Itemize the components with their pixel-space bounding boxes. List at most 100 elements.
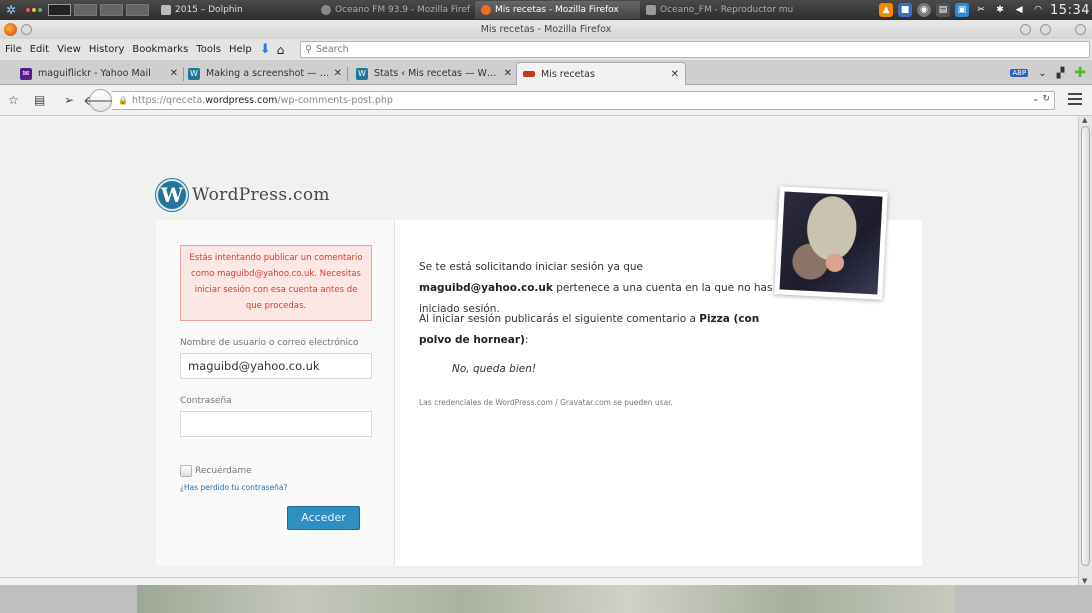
- tab-bar: ✉ maguiflickr - Yahoo Mail ✕ W Making a …: [0, 60, 1092, 85]
- desktop-4[interactable]: [126, 4, 149, 16]
- wordpress-wordmark: WordPress.com: [192, 185, 330, 205]
- password-field[interactable]: [180, 411, 372, 437]
- yahoo-mail-icon: ✉: [20, 67, 32, 80]
- desktop-pager[interactable]: [48, 4, 149, 16]
- url-bar[interactable]: 🔒 https://qreceta. wordpress.com/wp-comme…: [112, 91, 1055, 110]
- window-titlebar: Mis recetas - Mozilla Firefox: [0, 20, 1092, 39]
- kde-panel: ✲ 2015 – Dolphin Oceano FM 93.9 - Mozill…: [0, 0, 1092, 20]
- home-icon[interactable]: ⌂: [277, 43, 285, 57]
- tab-making-screenshot[interactable]: W Making a screenshot — … ✕: [182, 62, 348, 85]
- window-menu-icon[interactable]: [21, 24, 32, 35]
- bluetooth-icon[interactable]: ✱: [993, 3, 1007, 17]
- minimize-icon[interactable]: [1020, 24, 1031, 35]
- kde-menu-icon[interactable]: ✲: [2, 1, 20, 19]
- desktop-3[interactable]: [100, 4, 123, 16]
- wordpress-icon: W: [356, 67, 368, 80]
- menu-history[interactable]: History: [85, 44, 129, 55]
- username-field[interactable]: maguibd@yahoo.co.uk: [180, 353, 372, 379]
- password-label: Contraseña: [180, 396, 232, 406]
- tab-bar-actions: ABP ⌄ ▞ ✚: [1010, 65, 1086, 81]
- taskbar-item-oceano-firefox[interactable]: Oceano FM 93.9 - Mozilla Firef: [315, 1, 475, 19]
- tab-yahoo-mail[interactable]: ✉ maguiflickr - Yahoo Mail ✕: [14, 62, 184, 85]
- menu-edit[interactable]: Edit: [26, 44, 53, 55]
- tab-close-icon[interactable]: ✕: [504, 68, 512, 79]
- wifi-icon[interactable]: ◠: [1031, 3, 1045, 17]
- extension-icon[interactable]: ABP: [1010, 69, 1029, 77]
- menu-bookmarks[interactable]: Bookmarks: [128, 44, 192, 55]
- hamburger-menu-icon[interactable]: [1068, 93, 1082, 108]
- scroll-up-icon[interactable]: ▲: [1082, 116, 1087, 124]
- bookmark-star-icon[interactable]: ☆: [8, 93, 19, 107]
- printer-icon[interactable]: ▤: [936, 3, 951, 17]
- lock-icon: 🔒: [118, 96, 128, 105]
- scroll-down-icon[interactable]: ▼: [1082, 577, 1087, 585]
- menu-view[interactable]: View: [53, 44, 85, 55]
- display-icon[interactable]: ▣: [955, 3, 970, 17]
- desktop-2[interactable]: [74, 4, 97, 16]
- login-button[interactable]: Acceder: [287, 506, 360, 530]
- taskbar-item-mis-recetas[interactable]: Mis recetas - Mozilla Firefox: [475, 1, 640, 19]
- remember-me[interactable]: Recuérdame: [180, 465, 252, 477]
- clipboard-icon[interactable]: ✂: [974, 3, 988, 17]
- page-content: W WordPress.com Estás intentando publica…: [0, 116, 1078, 585]
- download-icon[interactable]: ⬇: [260, 42, 271, 57]
- tab-close-icon[interactable]: ✕: [170, 68, 178, 79]
- search-icon: ⚲: [305, 44, 312, 55]
- wallpaper: [137, 585, 955, 613]
- tab-close-icon[interactable]: ✕: [671, 69, 679, 80]
- firefox-icon: [321, 5, 331, 15]
- send-icon[interactable]: ➢: [64, 93, 74, 107]
- scrollbar-thumb[interactable]: [1081, 126, 1090, 566]
- desktop-1[interactable]: [48, 4, 71, 16]
- activity-dots[interactable]: [26, 8, 42, 12]
- player-icon: [646, 5, 656, 15]
- comment-quote: No, queda bien!: [452, 363, 537, 375]
- window-title: Mis recetas - Mozilla Firefox: [480, 24, 612, 35]
- notes-icon[interactable]: ■: [898, 3, 913, 17]
- error-message: Estás intentando publicar un comentario …: [180, 245, 372, 321]
- clock[interactable]: 15:34: [1050, 3, 1090, 18]
- tab-stats[interactable]: W Stats ‹ Mis recetas — W… ✕: [350, 62, 518, 85]
- tab-mis-recetas[interactable]: Mis recetas ✕: [516, 62, 686, 85]
- close-icon[interactable]: [1075, 24, 1086, 35]
- lost-password-link[interactable]: ¿Has perdido tu contraseña?: [180, 483, 287, 492]
- menu-bar: File Edit View History Bookmarks Tools H…: [0, 39, 1092, 60]
- reload-icon[interactable]: ↻: [1042, 94, 1050, 104]
- tab-close-icon[interactable]: ✕: [334, 68, 342, 79]
- firefox-icon[interactable]: [4, 23, 17, 36]
- wordpress-icon: W: [156, 179, 188, 211]
- taskbar-item-dolphin[interactable]: 2015 – Dolphin: [155, 1, 315, 19]
- search-input[interactable]: ⚲ Search: [300, 41, 1090, 58]
- mis-recetas-icon: [523, 71, 535, 77]
- dropdown-icon[interactable]: ⌄: [1032, 94, 1040, 104]
- nav-bar: ☆ ▤ ➢ 🡐 🔒 https://qreceta. wordpress.com /…: [0, 85, 1092, 116]
- desktop-background: [0, 585, 1092, 613]
- url-actions: ⌄ ↻: [1032, 94, 1050, 104]
- folder-icon: [161, 5, 171, 15]
- login-form: Estás intentando publicar un comentario …: [156, 220, 395, 566]
- menu-tools[interactable]: Tools: [192, 44, 225, 55]
- maximize-icon[interactable]: [1040, 24, 1051, 35]
- firefox-icon: [481, 5, 491, 15]
- wordpress-logo[interactable]: W WordPress.com: [156, 179, 330, 211]
- updates-icon[interactable]: ◉: [917, 3, 932, 17]
- vlc-icon[interactable]: ▲: [879, 3, 894, 17]
- add-icon[interactable]: ✚: [1074, 65, 1086, 81]
- username-label: Nombre de usuario o correo electrónico: [180, 338, 359, 348]
- page-bottom-edge: [0, 577, 1078, 585]
- taskbar-item-oceano-player[interactable]: Oceano_FM - Reproductor mu: [640, 1, 815, 19]
- reader-icon[interactable]: ▤: [34, 93, 45, 107]
- menu-help[interactable]: Help: [225, 44, 256, 55]
- comment-target-text: Al iniciar sesión publicarás el siguient…: [419, 313, 760, 346]
- remember-checkbox[interactable]: [180, 465, 192, 477]
- addon-icon[interactable]: ▞: [1057, 68, 1065, 79]
- avatar-image: [779, 191, 883, 295]
- menu-file[interactable]: File: [0, 44, 26, 55]
- avatar: [774, 186, 888, 300]
- system-tray: ▲ ■ ◉ ▤ ▣ ✂ ✱ ◀ ◠ 15:34: [879, 1, 1090, 19]
- chevron-down-icon[interactable]: ⌄: [1038, 68, 1046, 79]
- vertical-scrollbar[interactable]: ▲ ▼: [1078, 116, 1092, 585]
- back-button[interactable]: 🡐: [83, 89, 118, 112]
- volume-icon[interactable]: ◀: [1012, 3, 1026, 17]
- credentials-note: Las credenciales de WordPress.com / Grav…: [419, 398, 673, 407]
